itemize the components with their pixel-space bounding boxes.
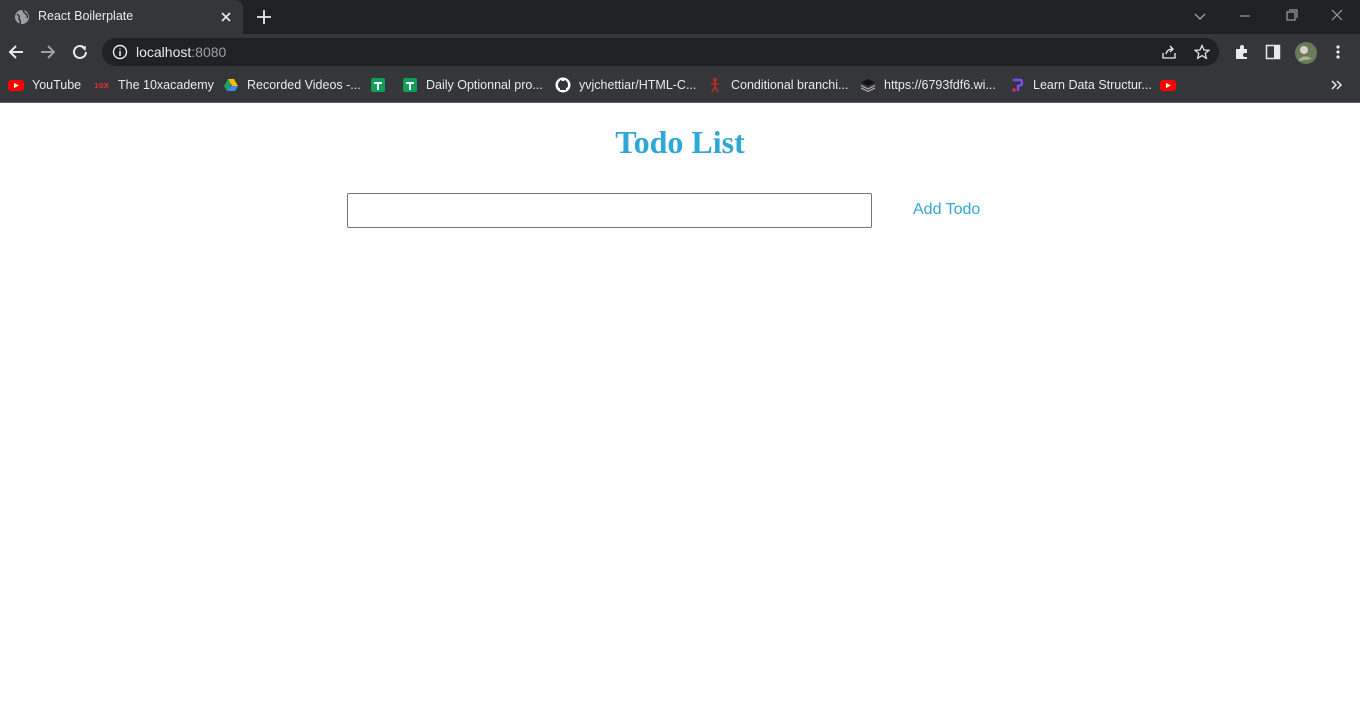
close-window-icon[interactable] xyxy=(1325,5,1349,27)
bookmark-github[interactable]: yvjchettiar/HTML-C... xyxy=(555,75,696,95)
url-port: :8080 xyxy=(191,44,227,60)
reload-icon[interactable] xyxy=(69,41,91,63)
share-icon[interactable] xyxy=(1161,44,1177,60)
add-todo-button[interactable]: Add Todo xyxy=(901,196,992,224)
globe-icon xyxy=(15,9,29,25)
tab-strip: React Boilerplate xyxy=(0,0,1360,34)
forward-icon[interactable] xyxy=(37,41,59,63)
bookmarks-bar: YouTube 10X The 10xacademy Recorded Vide… xyxy=(0,70,1360,100)
10x-icon: 10X xyxy=(94,82,110,90)
bookmark-10xacademy[interactable]: 10X The 10xacademy xyxy=(94,75,214,95)
more-bookmarks-icon[interactable] xyxy=(1329,78,1343,92)
bookmark-recorded-videos[interactable]: Recorded Videos -... xyxy=(223,75,361,95)
google-sheets-icon xyxy=(371,78,385,92)
google-drive-icon xyxy=(224,79,238,91)
chrome-divider xyxy=(0,102,1360,103)
youtube-icon xyxy=(1160,80,1176,91)
bookmark-conditional[interactable]: Conditional branchi... xyxy=(707,75,848,95)
menu-kebab-icon[interactable] xyxy=(1330,43,1346,61)
bookmark-https[interactable]: https://6793fdf6.wi... xyxy=(860,75,996,95)
tab-title: React Boilerplate xyxy=(38,9,134,23)
code-icon xyxy=(1012,78,1024,92)
page-title: Todo List xyxy=(615,124,745,160)
new-tab-icon[interactable] xyxy=(254,7,274,27)
bookmark-learn-data[interactable]: Learn Data Structur... xyxy=(1009,75,1152,95)
star-icon[interactable] xyxy=(1194,44,1210,60)
bookmark-daily-optionnal[interactable]: Daily Optionnal pro... xyxy=(402,75,543,95)
youtube-icon xyxy=(8,80,24,91)
minimize-icon[interactable] xyxy=(1233,5,1257,27)
address-bar[interactable]: localhost:8080 xyxy=(102,38,1219,66)
avatar[interactable] xyxy=(1294,41,1318,65)
layers-icon xyxy=(860,79,876,93)
bookmark-youtube-2[interactable] xyxy=(1160,75,1184,95)
tab-active[interactable]: React Boilerplate xyxy=(0,0,243,34)
browser-chrome: React Boilerplate localhost:8080 YouTube… xyxy=(0,0,1360,103)
svg-text:10X: 10X xyxy=(94,82,110,90)
tab-search-icon[interactable] xyxy=(1188,5,1212,27)
extensions-icon[interactable] xyxy=(1233,43,1251,61)
google-sheets-icon xyxy=(403,78,417,92)
back-icon[interactable] xyxy=(5,41,27,63)
todo-input[interactable] xyxy=(347,193,872,228)
side-panel-icon[interactable] xyxy=(1265,44,1281,60)
github-icon xyxy=(555,77,571,93)
site-info-icon[interactable] xyxy=(112,44,128,60)
restore-icon[interactable] xyxy=(1279,5,1303,27)
close-tab-icon[interactable] xyxy=(218,9,234,25)
url-host: localhost xyxy=(136,44,192,60)
figure-icon xyxy=(711,78,719,93)
url-text: localhost:8080 xyxy=(136,44,226,60)
bookmark-sheets[interactable] xyxy=(370,75,394,95)
bookmark-youtube[interactable]: YouTube xyxy=(8,75,81,95)
